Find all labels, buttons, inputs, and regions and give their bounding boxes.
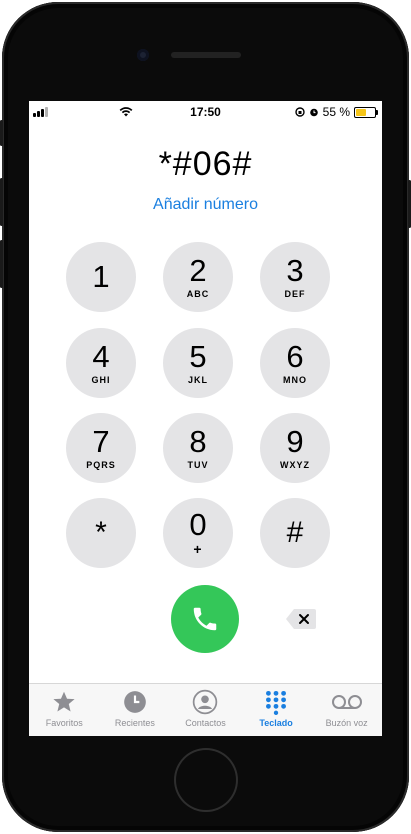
key-digit: 3 xyxy=(286,253,304,288)
front-camera xyxy=(137,49,149,61)
key-6[interactable]: 6 MNO xyxy=(260,328,330,398)
key-3[interactable]: 3 DEF xyxy=(260,242,330,312)
key-digit: 2 xyxy=(189,253,207,288)
person-icon xyxy=(193,689,218,715)
clock-icon xyxy=(124,691,146,713)
tab-label: Recientes xyxy=(114,718,155,728)
tab-favoritos[interactable]: Favoritos xyxy=(29,684,100,736)
volume-down-button xyxy=(0,240,3,288)
key-9[interactable]: 9 WXYZ xyxy=(260,413,330,483)
tab-label: Favoritos xyxy=(45,718,83,728)
alarm-icon xyxy=(309,108,318,117)
key-star[interactable]: * xyxy=(66,498,136,568)
key-2[interactable]: 2 ABC xyxy=(163,242,233,312)
key-hash[interactable]: # xyxy=(260,498,330,568)
key-letters: JKL xyxy=(187,375,208,385)
orientation-lock-icon xyxy=(294,107,305,117)
key-0[interactable]: 0 + xyxy=(163,498,233,568)
status-bar: 17:50 55 % xyxy=(29,101,382,123)
key-letters: ABC xyxy=(186,289,210,299)
key-4[interactable]: 4 GHI xyxy=(66,328,136,398)
tab-bar: Favoritos Recientes Contactos Teclado Bu… xyxy=(29,683,382,736)
phone-frame: 17:50 55 % *#06# Añadir número 1 2 ABC 3 DEF… xyxy=(0,0,411,834)
key-digit: * xyxy=(95,516,107,549)
home-button[interactable] xyxy=(174,748,238,812)
status-right: 55 % xyxy=(294,105,378,119)
voicemail-icon xyxy=(331,695,362,709)
key-letters: MNO xyxy=(283,375,307,385)
battery-icon xyxy=(354,106,378,118)
key-digit: 6 xyxy=(286,339,304,374)
key-5[interactable]: 5 JKL xyxy=(163,328,233,398)
key-letters: + xyxy=(193,541,203,557)
key-7[interactable]: 7 PQRS xyxy=(66,413,136,483)
key-digit: # xyxy=(286,516,304,549)
key-letters: GHI xyxy=(91,375,111,385)
keypad-icon xyxy=(266,690,287,715)
key-digit: 9 xyxy=(286,424,304,459)
screen: 17:50 55 % *#06# Añadir número 1 2 ABC 3 DEF… xyxy=(29,101,382,736)
delete-button[interactable] xyxy=(285,607,317,631)
battery-percent: 55 % xyxy=(322,105,350,119)
key-letters: WXYZ xyxy=(280,460,310,470)
add-number-link[interactable]: Añadir número xyxy=(29,196,382,214)
tab-label: Contactos xyxy=(185,718,226,728)
key-1[interactable]: 1 xyxy=(66,242,136,312)
call-button[interactable] xyxy=(171,585,239,653)
tab-buzon-voz[interactable]: Buzón voz xyxy=(311,684,382,736)
earpiece-speaker xyxy=(171,52,241,58)
tab-teclado[interactable]: Teclado xyxy=(241,684,312,736)
key-digit: 7 xyxy=(92,424,110,459)
dialed-number: *#06# xyxy=(158,145,253,183)
star-icon xyxy=(53,691,75,712)
key-digit: 1 xyxy=(92,259,110,294)
key-letters: TUV xyxy=(187,460,209,470)
tab-label: Buzón voz xyxy=(325,718,368,728)
volume-up-button xyxy=(0,178,3,226)
tab-recientes[interactable]: Recientes xyxy=(100,684,171,736)
key-letters: DEF xyxy=(284,289,306,299)
key-digit: 4 xyxy=(92,339,110,374)
key-digit: 8 xyxy=(189,424,207,459)
phone-icon xyxy=(193,607,217,631)
tab-contactos[interactable]: Contactos xyxy=(170,684,241,736)
key-digit: 0 xyxy=(189,507,207,542)
key-digit: 5 xyxy=(189,339,207,374)
tab-label: Teclado xyxy=(259,718,293,728)
key-letters: PQRS xyxy=(86,460,116,470)
key-8[interactable]: 8 TUV xyxy=(163,413,233,483)
mute-switch xyxy=(0,120,3,146)
battery-fill xyxy=(356,108,366,116)
